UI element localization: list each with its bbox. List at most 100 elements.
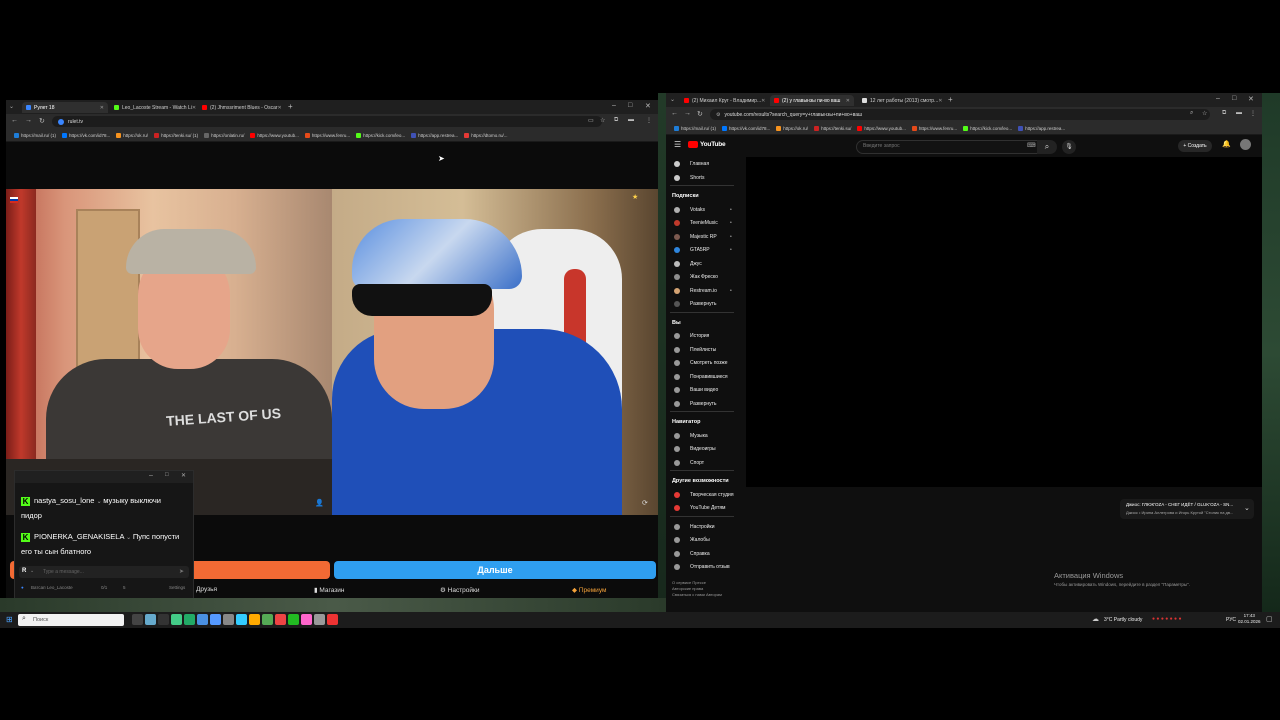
chat-footer-user[interactable]: Ватсап Leo_Lacoste [31, 585, 73, 590]
sidebar-you-header[interactable]: Вы [672, 320, 681, 326]
maximize-button[interactable]: □ [165, 472, 169, 478]
sidebar-item-expand[interactable]: Развернуть [674, 301, 717, 307]
chevron-down-icon[interactable]: ⌄ [1244, 504, 1250, 512]
maximize-button[interactable]: □ [628, 102, 632, 109]
app-icon[interactable] [314, 614, 325, 625]
close-icon[interactable]: ✕ [192, 105, 196, 111]
windows-start-icon[interactable]: ⊞ [6, 615, 13, 624]
chat-input[interactable]: R ⌄ Type a message... ➤ [19, 566, 189, 578]
minimize-button[interactable]: – [149, 472, 153, 479]
sidebar-item-settings[interactable]: Жалобы [674, 537, 710, 543]
left-tab-0[interactable]: Рулет 18 ✕ [22, 102, 108, 113]
new-tab-button[interactable]: + [948, 95, 953, 104]
site-info-icon[interactable]: ⚙ [716, 112, 720, 118]
mail-icon[interactable] [197, 614, 208, 625]
minimize-button[interactable]: – [1216, 95, 1220, 102]
voice-search-button[interactable]: 🎙 [1062, 140, 1076, 154]
bookmark-item[interactable]: https://onlatin.ru/ [204, 132, 244, 138]
sidebar-item-sub[interactable]: Джус [674, 260, 702, 267]
menu-icon[interactable]: ⋮ [646, 117, 652, 124]
bookmark-item[interactable]: https://tenki.su/ [814, 125, 851, 131]
forward-icon[interactable]: → [25, 117, 32, 124]
telegram-icon[interactable] [236, 614, 247, 625]
reload-icon[interactable]: ↻ [697, 110, 703, 118]
sidebar-footer-links[interactable]: О сервисе Прессе [672, 580, 706, 585]
bookmark-item[interactable]: https://ok.ru/ [776, 125, 808, 131]
bookmark-item[interactable]: https://mail.ru/ (1) [14, 132, 56, 138]
sidebar-item-0[interactable]: Главная [674, 161, 709, 167]
tab-search-icon[interactable]: ⌄ [670, 96, 675, 103]
app-icon[interactable] [301, 614, 312, 625]
menu-settings[interactable]: ⚙ Настройки [440, 586, 480, 594]
menu-friends[interactable]: Друзья [196, 586, 217, 593]
sidebar-item-1[interactable]: Shorts [674, 174, 704, 181]
menu-shop[interactable]: ▮ Магазин [314, 586, 344, 594]
avatar[interactable] [1240, 139, 1251, 150]
forward-icon[interactable]: → [684, 110, 691, 117]
maximize-button[interactable]: □ [1232, 95, 1236, 102]
sidebar-item-sub[interactable]: TeenieMusic • [674, 220, 732, 226]
extensions-icon[interactable]: ⧉ [1222, 110, 1226, 117]
task-view-icon[interactable] [132, 614, 143, 625]
left-tab-1[interactable]: Leo_Lacoste Stream - Watch Li ✕ [110, 102, 196, 113]
bookmark-item[interactable]: https://mail.ru/ (1) [674, 125, 716, 131]
sidebar-item-sub[interactable]: Restream.io • [674, 287, 732, 294]
extensions-icon[interactable]: ⧉ [614, 117, 618, 124]
sidebar-explore-header[interactable]: Навигатор [672, 419, 700, 425]
sidebar-footer-links[interactable]: Связаться с нами Авторам [672, 592, 722, 597]
hamburger-icon[interactable]: ☰ [674, 140, 681, 149]
bookmark-item[interactable]: https://dtomo.ru/... [464, 132, 507, 138]
close-icon[interactable]: ✕ [761, 98, 765, 104]
url-field[interactable]: ⚙ youtube.com/results?search_query=у+гла… [710, 109, 1210, 120]
url-field[interactable]: rulet.tv [52, 116, 602, 127]
widgets-icon[interactable] [145, 614, 156, 625]
window-close-button[interactable]: ✕ [645, 102, 651, 110]
edge-icon[interactable] [171, 614, 182, 625]
menu-premium[interactable]: ◆ Премиум [572, 586, 606, 594]
sidebar-item-explore[interactable]: Музыка [674, 432, 708, 439]
weather-text[interactable]: 3°C Partly cloudy [1104, 617, 1142, 623]
right-tab-2[interactable]: 12 лет работы (2013) смотр... ✕ [858, 95, 944, 106]
new-tab-button[interactable]: + [288, 102, 293, 111]
sidebar-item-you[interactable]: Смотреть позже [674, 360, 728, 366]
mini-player-card[interactable]: Джиос: ГЛЮК'OZA - СНЕГ ИДЁТ / GLUK'OZA -… [1120, 499, 1254, 519]
sidebar-item-settings[interactable]: Отправить отзыв [674, 564, 730, 570]
sidebar-item-you[interactable]: История [674, 333, 709, 339]
minimize-button[interactable]: – [612, 102, 616, 109]
kick-icon[interactable] [288, 614, 299, 625]
menu-icon[interactable]: ⋮ [1250, 110, 1256, 117]
chat-settings-link[interactable]: Settings [169, 585, 185, 590]
explorer-icon[interactable] [210, 614, 221, 625]
next-button[interactable]: Дальше [334, 561, 656, 579]
sidebar-item-sub[interactable]: GTA5RP • [674, 247, 732, 253]
sidebar-item-sub[interactable]: Majestic RP • [674, 233, 732, 240]
reload-icon[interactable]: ↻ [39, 117, 45, 125]
chat-username[interactable]: nastya_sosu_lone [34, 496, 94, 505]
bookmark-item[interactable]: https://app.restrea... [1018, 125, 1065, 131]
sidebar-item-explore[interactable]: Спорт [674, 459, 704, 466]
back-icon[interactable]: ← [11, 117, 18, 124]
sidebar-item-more[interactable]: YouTube Детям [674, 505, 725, 511]
sidebar-item-you[interactable]: Плейлисты [674, 346, 716, 353]
close-icon[interactable]: ✕ [278, 105, 282, 111]
bookmark-item[interactable]: https://www.youtub... [250, 132, 299, 138]
star-icon[interactable]: ☆ [1202, 110, 1207, 117]
profile-icon[interactable]: ▬ [628, 117, 634, 123]
files-icon[interactable] [249, 614, 260, 625]
right-tab-0[interactable]: (2) Михаил Круг - Владимир... ✕ [680, 95, 766, 106]
chat-username[interactable]: PIONERKA_GENAKISELA [34, 532, 124, 541]
bookmark-item[interactable]: https://app.restrea... [411, 132, 458, 138]
bookmark-item[interactable]: https://www.fenru... [911, 125, 957, 131]
youtube-logo[interactable]: YouTube [688, 141, 726, 148]
sidebar-item-sub[interactable]: Жак Фреско [674, 274, 718, 280]
bookmark-item[interactable]: https://www.youtub... [857, 125, 906, 131]
bookmark-item[interactable]: https://vk.com/id78... [62, 132, 110, 138]
bookmark-item[interactable]: https://tenki.su/ (1) [154, 132, 198, 138]
window-close-button[interactable]: ✕ [1248, 95, 1254, 103]
left-tab-2[interactable]: (2) Jhmssriment Blues - Oscar ✕ [198, 102, 284, 113]
notifications-icon[interactable]: 🔔 [1222, 140, 1231, 148]
sidebar-footer-links[interactable]: Авторские права [672, 586, 703, 591]
camera-switch-icon[interactable]: ⟳ [642, 499, 648, 507]
store-icon[interactable] [184, 614, 195, 625]
close-icon[interactable]: ✕ [100, 105, 104, 111]
